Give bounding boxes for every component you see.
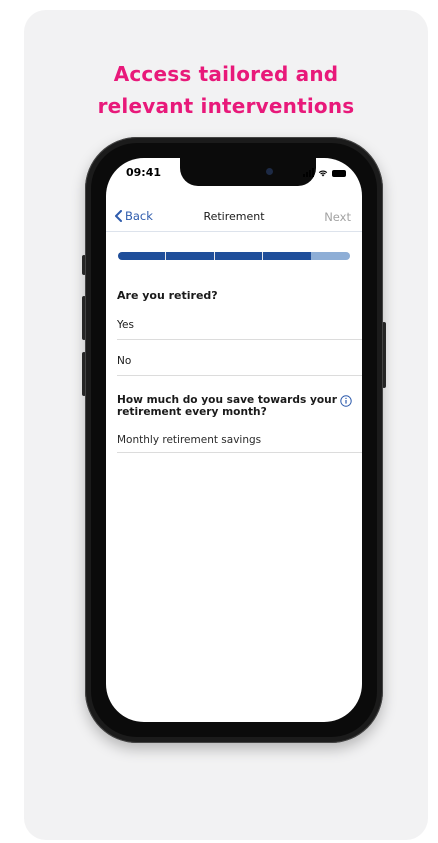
phone-screen: 09:41 Back Retirement Next Are you retir… <box>106 158 362 722</box>
option-no[interactable]: No <box>117 347 362 376</box>
next-button[interactable]: Next <box>324 210 351 224</box>
progress-segment-partial <box>310 252 350 260</box>
signal-icon <box>303 168 314 177</box>
option-yes-label: Yes <box>117 319 134 331</box>
monthly-savings-field[interactable]: Monthly retirement savings <box>117 426 362 453</box>
monthly-savings-placeholder: Monthly retirement savings <box>117 434 262 446</box>
promo-headline: Access tailored and relevant interventio… <box>24 58 428 122</box>
nav-bar: Back Retirement Next <box>106 205 362 232</box>
wifi-icon <box>318 170 328 177</box>
question-savings: How much do you save towards your retire… <box>117 394 337 418</box>
progress-bar <box>118 252 350 260</box>
camera-icon <box>266 168 273 175</box>
progress-segment <box>166 252 214 260</box>
headline-line-1: Access tailored and <box>113 62 339 86</box>
phone-frame: 09:41 Back Retirement Next Are you retir… <box>85 137 383 743</box>
progress-segment <box>263 252 311 260</box>
info-icon[interactable] <box>340 395 352 407</box>
status-icons <box>303 167 346 177</box>
battery-icon <box>332 170 346 177</box>
progress-segment <box>118 252 166 260</box>
notch <box>180 158 316 186</box>
option-no-label: No <box>117 355 132 367</box>
option-yes[interactable]: Yes <box>117 311 362 340</box>
progress-segment <box>214 252 263 260</box>
question-retired: Are you retired? <box>117 289 218 302</box>
phone-bezel: 09:41 Back Retirement Next Are you retir… <box>91 143 377 737</box>
status-time: 09:41 <box>126 166 162 179</box>
headline-line-2: relevant interventions <box>97 94 355 118</box>
